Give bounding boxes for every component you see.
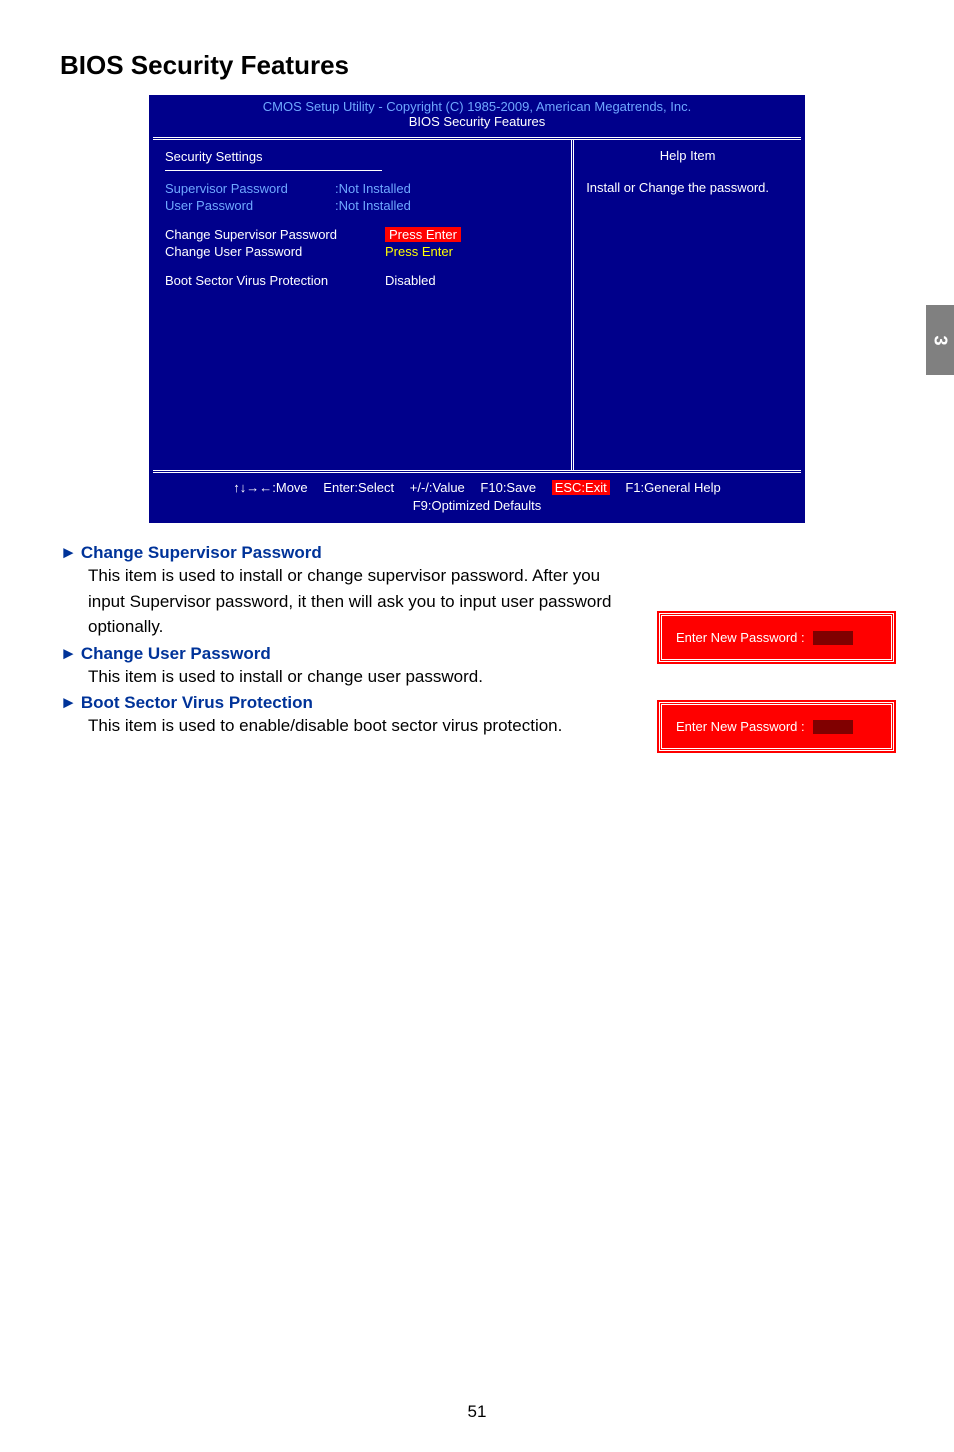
password-dialog: Enter New Password : <box>659 613 894 662</box>
password-label: Enter New Password : <box>676 719 805 734</box>
status-row: Supervisor Password :Not Installed <box>165 181 559 196</box>
section-title: Security Settings <box>165 149 382 171</box>
bios-footer: ↑↓→←:Move Enter:Select +/-/:Value F10:Sa… <box>149 473 805 523</box>
page-number: 51 <box>0 1402 954 1422</box>
nav-exit: ESC:Exit <box>552 480 610 495</box>
status-row: User Password :Not Installed <box>165 198 559 213</box>
option-value: Press Enter <box>385 227 461 242</box>
option-change-user-password[interactable]: Change User Password Press Enter <box>165 244 559 259</box>
option-change-supervisor-password[interactable]: Change Supervisor Password Press Enter <box>165 227 559 242</box>
side-tab: 3 <box>926 305 954 375</box>
password-dialog: Enter New Password : <box>659 702 894 751</box>
bios-settings-panel: Security Settings Supervisor Password :N… <box>153 140 574 470</box>
nav-select: Enter:Select <box>323 480 394 495</box>
password-label: Enter New Password : <box>676 630 805 645</box>
bios-body: Security Settings Supervisor Password :N… <box>153 137 801 473</box>
bios-header: CMOS Setup Utility - Copyright (C) 1985-… <box>149 95 805 137</box>
bios-header-subtitle: BIOS Security Features <box>149 114 805 129</box>
help-title: Help Item <box>586 148 789 169</box>
desc-heading: ►Change Supervisor Password <box>60 543 894 563</box>
option-value: Disabled <box>385 273 436 288</box>
password-input[interactable] <box>813 631 853 645</box>
bios-screen: CMOS Setup Utility - Copyright (C) 1985-… <box>147 93 807 525</box>
option-label: Change User Password <box>165 244 385 259</box>
side-tab-number: 3 <box>929 335 950 345</box>
desc-text: This item is used to install or change s… <box>88 563 628 640</box>
help-text: Install or Change the password. <box>586 179 789 197</box>
password-input[interactable] <box>813 720 853 734</box>
nav-defaults: F9:Optimized Defaults <box>413 498 542 513</box>
nav-move: ↑↓→←:Move <box>233 480 307 495</box>
nav-help: F1:General Help <box>625 480 720 495</box>
nav-value: +/-/:Value <box>410 480 465 495</box>
status-value: :Not Installed <box>335 198 411 213</box>
nav-save: F10:Save <box>480 480 536 495</box>
desc-text: This item is used to install or change u… <box>88 664 894 690</box>
bios-help-panel: Help Item Install or Change the password… <box>574 140 801 470</box>
status-value: :Not Installed <box>335 181 411 196</box>
bios-header-copyright: CMOS Setup Utility - Copyright (C) 1985-… <box>149 99 805 114</box>
option-boot-sector-virus-protection[interactable]: Boot Sector Virus Protection Disabled <box>165 273 559 288</box>
option-label: Change Supervisor Password <box>165 227 385 242</box>
option-value: Press Enter <box>385 244 453 259</box>
option-label: Boot Sector Virus Protection <box>165 273 385 288</box>
page-title: BIOS Security Features <box>60 50 894 81</box>
status-label: User Password <box>165 198 335 213</box>
status-label: Supervisor Password <box>165 181 335 196</box>
